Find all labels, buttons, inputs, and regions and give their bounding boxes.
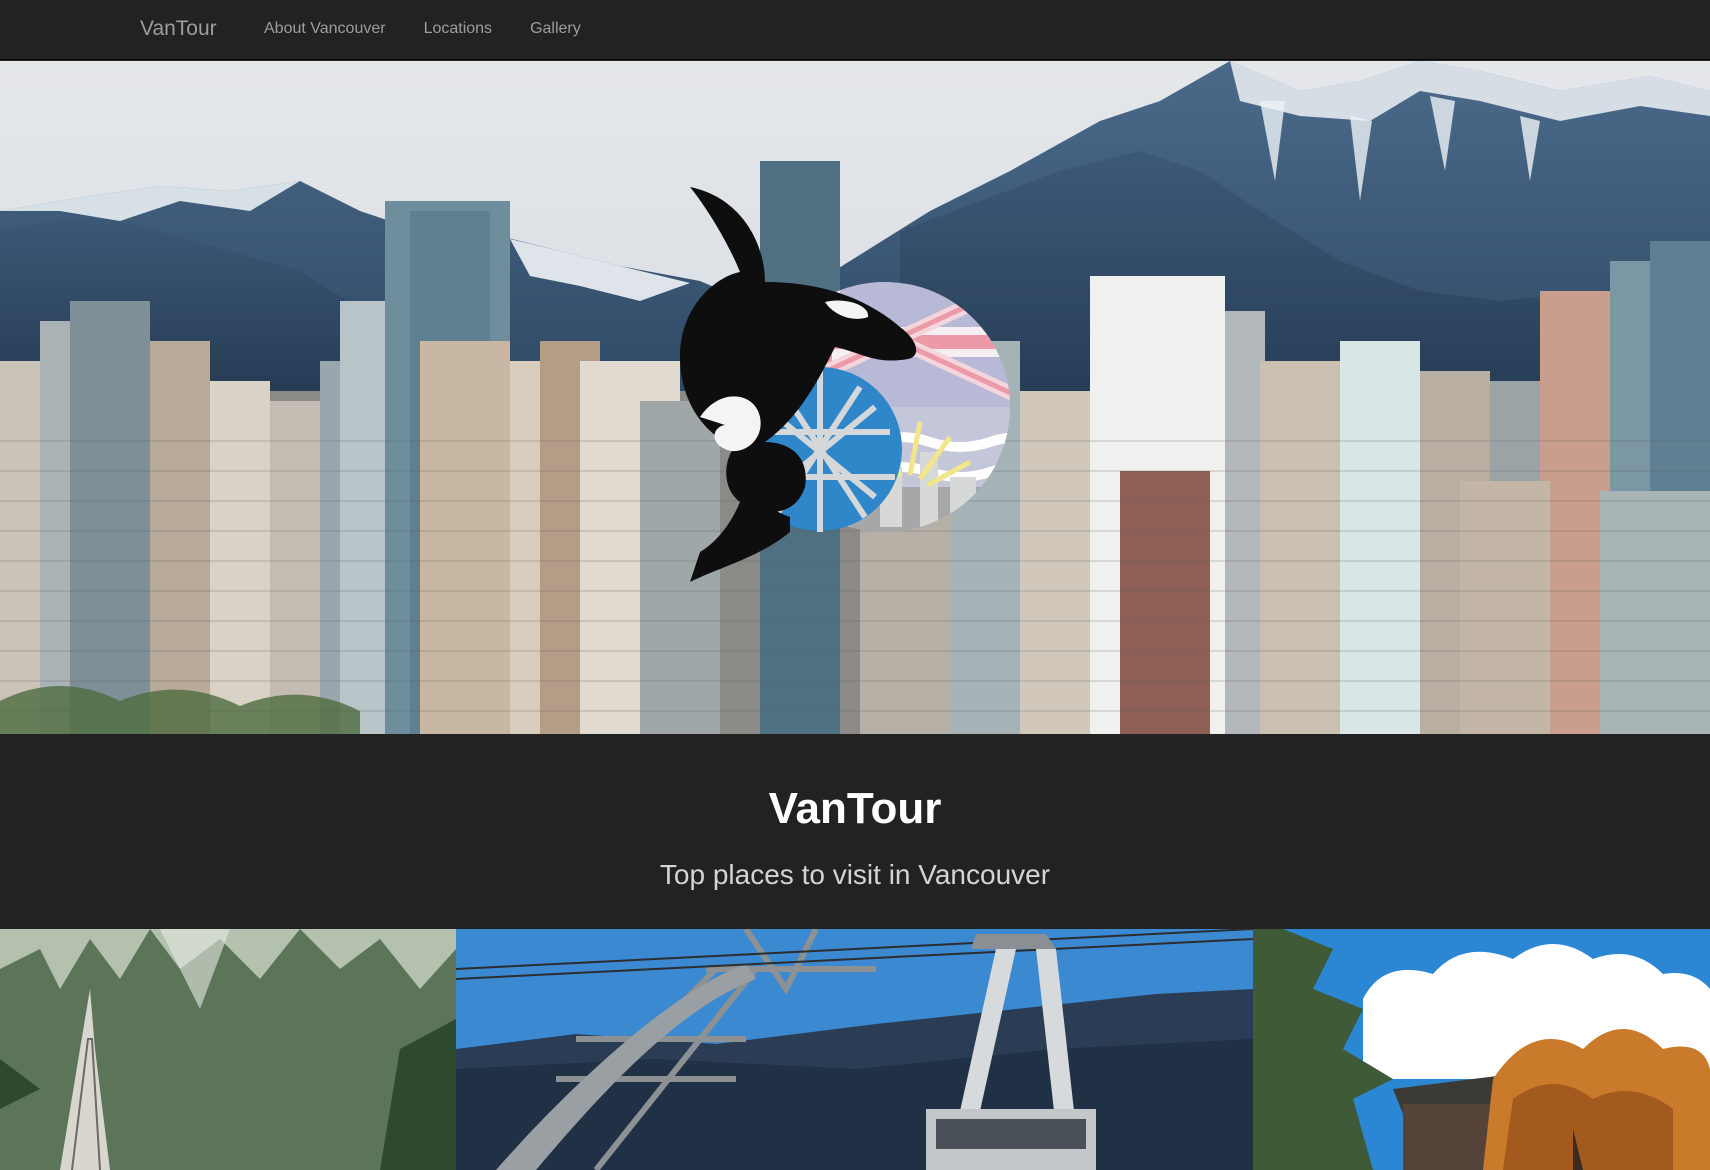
orca-logo-icon (680, 187, 1010, 582)
nav-link-gallery[interactable]: Gallery (530, 18, 581, 40)
suspension-bridge-image (0, 929, 456, 1170)
intro-section: VanTour Top places to visit in Vancouver (0, 734, 1710, 929)
gallery-tile-chinese-garden[interactable] (1253, 929, 1710, 1170)
site-tagline: Top places to visit in Vancouver (659, 859, 1051, 890)
nav-link-locations[interactable]: Locations (424, 18, 493, 40)
gondola-image (456, 929, 1253, 1170)
nav-link-about-vancouver[interactable]: About Vancouver (264, 18, 386, 40)
nav-links: About Vancouver Locations Gallery (264, 18, 619, 40)
gallery-tile-gondola[interactable] (456, 929, 1253, 1170)
site-title: VanTour (768, 784, 942, 833)
brand-link[interactable]: VanTour (140, 14, 217, 44)
gallery-strip (0, 929, 1710, 1170)
hero-banner (0, 61, 1710, 734)
chinese-garden-image (1253, 929, 1710, 1170)
navbar: VanTour About Vancouver Locations Galler… (0, 0, 1710, 60)
gallery-tile-suspension-bridge[interactable] (0, 929, 456, 1170)
